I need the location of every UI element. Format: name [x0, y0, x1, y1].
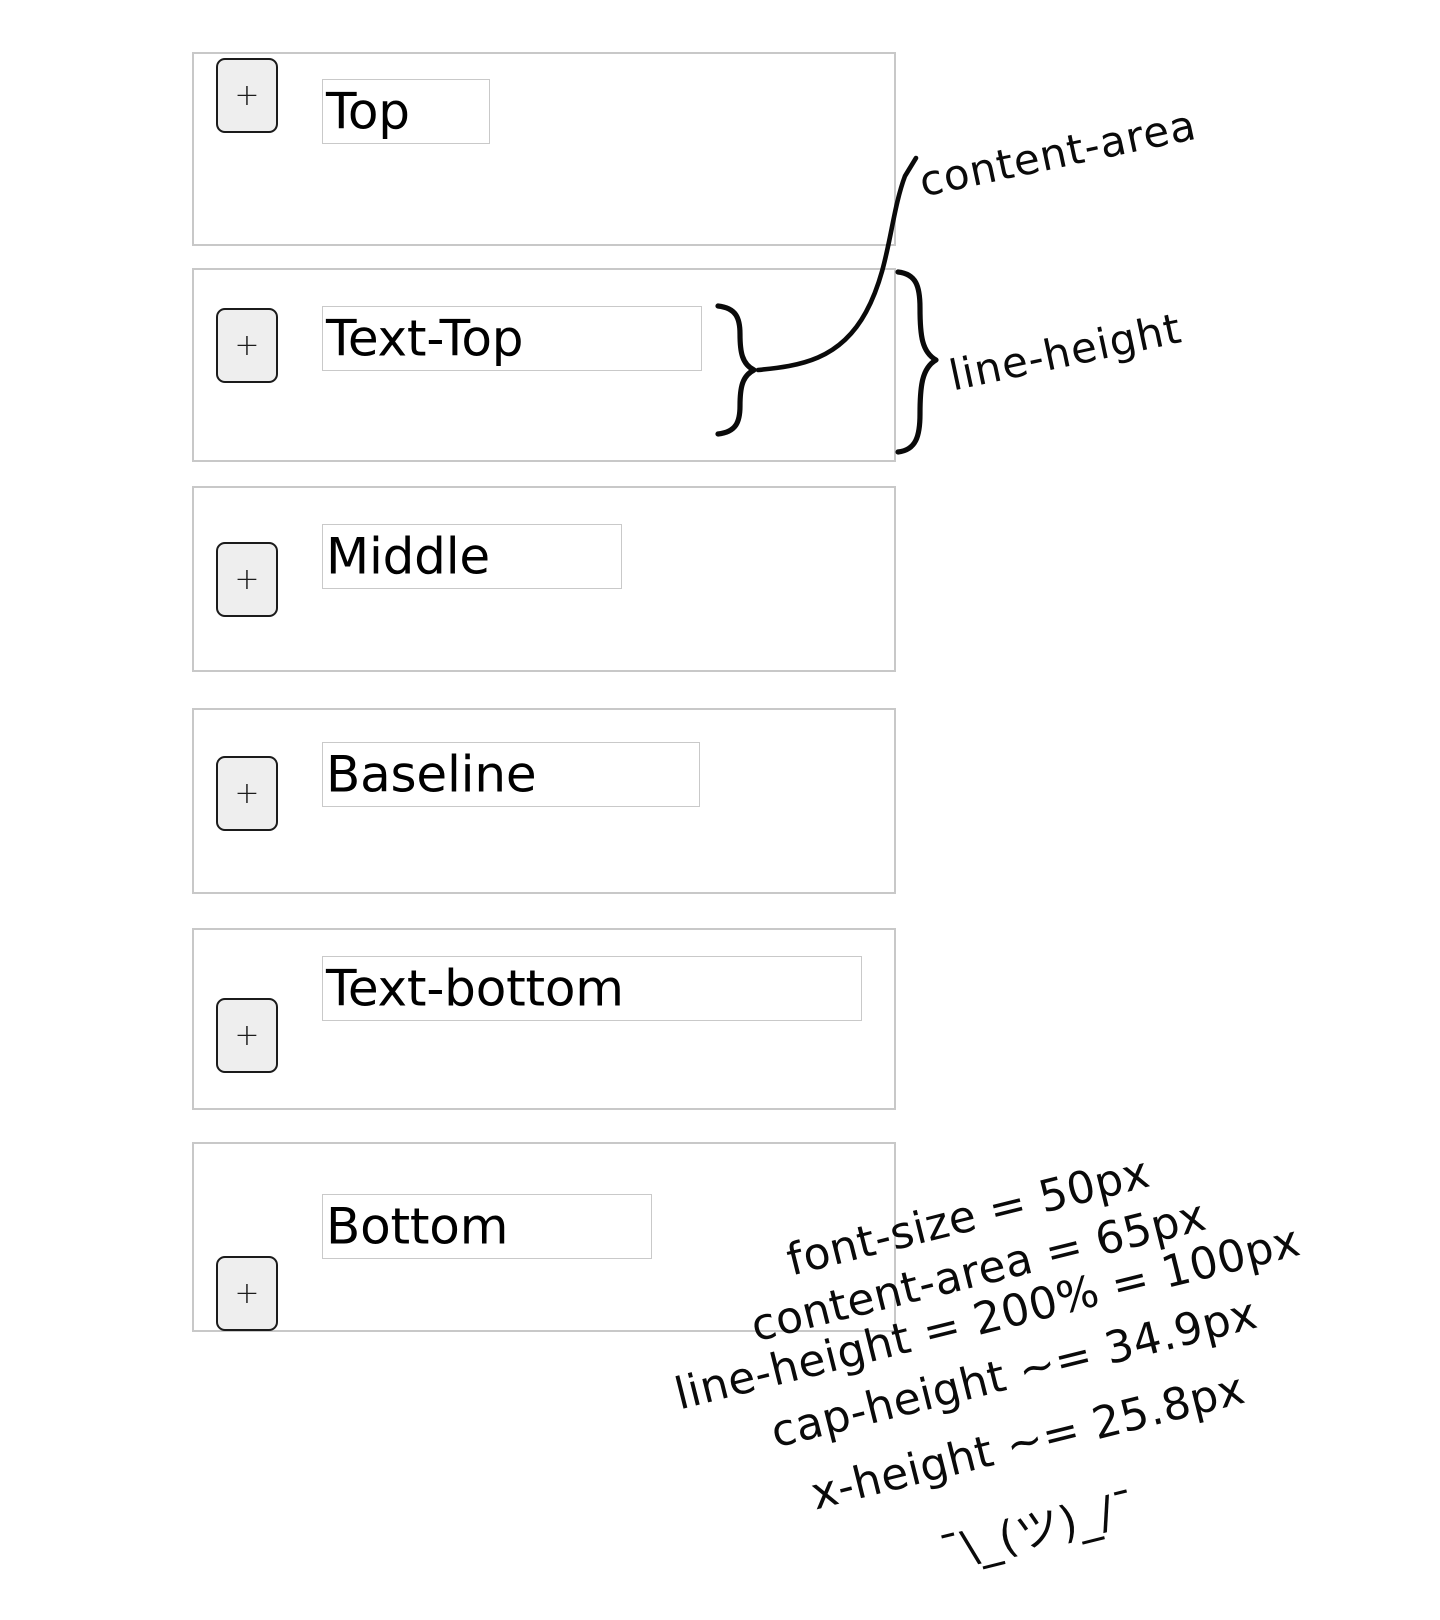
content-area-box-bottom: Bottom [322, 1194, 652, 1259]
shrug-emoticon: ¯\_(ツ)_/¯ [934, 1481, 1142, 1580]
line-box-text-bottom: + Text-bottom [194, 930, 894, 1108]
line-box-middle: + Middle [194, 488, 894, 670]
row-label-text-bottom: Text-bottom [326, 959, 624, 1017]
plus-icon: + [234, 1275, 260, 1311]
plus-icon: + [234, 775, 260, 811]
line-box-top: + Top [194, 54, 894, 244]
plus-button-baseline[interactable]: + [216, 756, 278, 831]
row-middle: + Middle [192, 486, 896, 672]
plus-icon: + [234, 1017, 260, 1053]
plus-button-text-top[interactable]: + [216, 308, 278, 383]
row-label-top: Top [326, 82, 410, 140]
plus-button-text-bottom[interactable]: + [216, 998, 278, 1073]
content-area-box-top: Top [322, 79, 490, 144]
line-box-baseline: + Baseline [194, 710, 894, 892]
callout-content-area: content-area [914, 99, 1201, 207]
plus-icon: + [234, 561, 260, 597]
row-text-bottom: + Text-bottom [192, 928, 896, 1110]
plus-button-bottom[interactable]: + [216, 1256, 278, 1331]
plus-icon: + [234, 327, 260, 363]
content-area-box-middle: Middle [322, 524, 622, 589]
row-label-text-top: Text-Top [326, 309, 524, 367]
callout-line-height: line-height [944, 303, 1186, 401]
plus-icon: + [234, 77, 260, 113]
content-area-box-text-bottom: Text-bottom [322, 956, 862, 1021]
row-label-middle: Middle [326, 527, 490, 585]
row-baseline: + Baseline [192, 708, 896, 894]
plus-button-top[interactable]: + [216, 58, 278, 133]
row-label-baseline: Baseline [326, 745, 537, 803]
line-box-text-top: + Text-Top [194, 270, 894, 460]
brace-line-height [895, 269, 939, 455]
row-label-bottom: Bottom [326, 1197, 509, 1255]
content-area-box-text-top: Text-Top [322, 306, 702, 371]
row-text-top: + Text-Top [192, 268, 896, 462]
row-top: + Top [192, 52, 896, 246]
plus-button-middle[interactable]: + [216, 542, 278, 617]
diagram-stage: + Top + Text-Top + Middle + Baseline + T… [0, 0, 1440, 1620]
content-area-box-baseline: Baseline [322, 742, 700, 807]
